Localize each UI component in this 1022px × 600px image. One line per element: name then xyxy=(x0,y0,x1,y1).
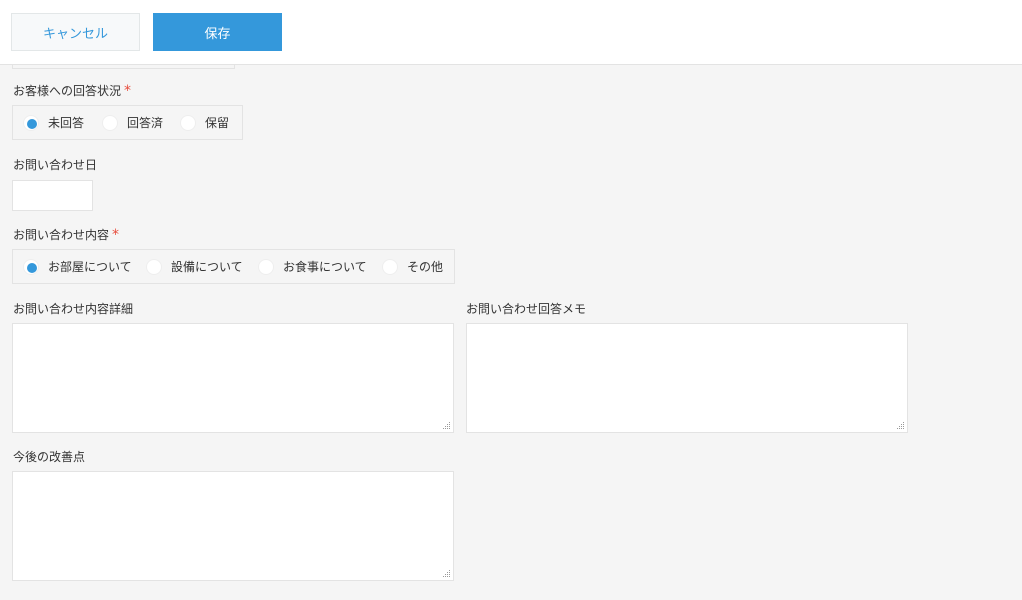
required-mark: * xyxy=(112,227,120,243)
improvements-label: 今後の改善点 xyxy=(13,450,86,464)
toolbar: キャンセル 保存 xyxy=(0,0,1022,65)
radio-unchecked-icon xyxy=(102,114,118,131)
radio-room[interactable]: お部屋について xyxy=(23,250,132,283)
radio-facilities[interactable]: 設備について xyxy=(146,250,243,283)
radio-on-hold[interactable]: 保留 xyxy=(180,106,229,139)
radio-unanswered[interactable]: 未回答 xyxy=(23,106,84,139)
improvements-textarea[interactable] xyxy=(12,471,454,581)
radio-other[interactable]: その他 xyxy=(382,250,443,283)
radio-unchecked-icon xyxy=(258,258,274,275)
radio-meals[interactable]: お食事について xyxy=(258,250,367,283)
reply-memo-label: お問い合わせ回答メモ xyxy=(466,302,587,316)
radio-checked-icon xyxy=(23,258,39,275)
radio-unchecked-icon xyxy=(146,258,162,275)
inquiry-content-radio-group: お部屋について 設備について お食事について その他 xyxy=(12,249,455,284)
save-button[interactable]: 保存 xyxy=(153,13,282,51)
previous-field-edge xyxy=(12,65,235,69)
reply-memo-textarea[interactable] xyxy=(466,323,908,433)
inquiry-detail-label: お問い合わせ内容詳細 xyxy=(13,302,134,316)
resize-grip-icon[interactable] xyxy=(897,422,905,430)
inquiry-detail-textarea[interactable] xyxy=(12,323,454,433)
radio-unchecked-icon xyxy=(382,258,398,275)
inquiry-date-label: お問い合わせ日 xyxy=(13,158,98,172)
required-mark: * xyxy=(124,83,132,99)
cancel-button[interactable]: キャンセル xyxy=(11,13,140,51)
response-status-label: お客様への回答状況 * xyxy=(13,83,132,99)
response-status-radio-group: 未回答 回答済 保留 xyxy=(12,105,243,140)
radio-answered[interactable]: 回答済 xyxy=(102,106,163,139)
inquiry-content-label: お問い合わせ内容 * xyxy=(13,227,120,243)
inquiry-date-input[interactable] xyxy=(12,180,93,211)
radio-unchecked-icon xyxy=(180,114,196,131)
radio-checked-icon xyxy=(23,114,39,131)
resize-grip-icon[interactable] xyxy=(443,422,451,430)
resize-grip-icon[interactable] xyxy=(443,570,451,578)
